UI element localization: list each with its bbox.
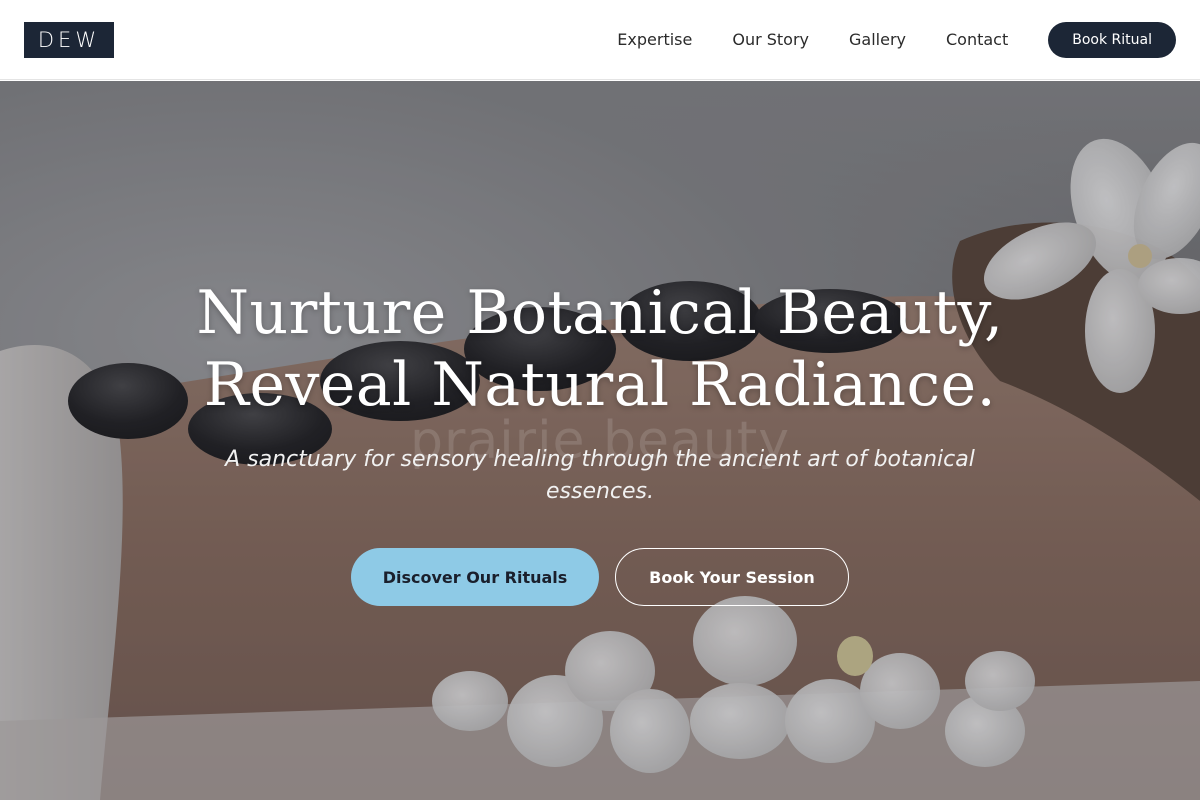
book-session-button[interactable]: Book Your Session bbox=[615, 548, 849, 606]
logo[interactable]: DEW bbox=[24, 21, 114, 58]
book-ritual-button[interactable]: Book Ritual bbox=[1048, 21, 1176, 58]
nav-link-expertise[interactable]: Expertise bbox=[617, 30, 692, 49]
headline-line-2: Reveal Natural Radiance. bbox=[203, 350, 997, 420]
nav-link-our-story[interactable]: Our Story bbox=[732, 30, 809, 49]
main-nav: Expertise Our Story Gallery Contact Book… bbox=[617, 21, 1176, 58]
discover-rituals-button[interactable]: Discover Our Rituals bbox=[351, 548, 599, 606]
nav-link-contact[interactable]: Contact bbox=[946, 30, 1008, 49]
headline-line-1: Nurture Botanical Beauty, bbox=[196, 278, 1004, 348]
hero-subtitle: A sanctuary for sensory healing through … bbox=[225, 447, 975, 504]
site-header: DEW Expertise Our Story Gallery Contact … bbox=[0, 0, 1200, 80]
hero-headline: Nurture Botanical Beauty, Reveal Natural… bbox=[0, 277, 1200, 421]
nav-link-gallery[interactable]: Gallery bbox=[849, 30, 906, 49]
hero-section: prairie beauty Nurture Botanical Beauty,… bbox=[0, 81, 1200, 800]
